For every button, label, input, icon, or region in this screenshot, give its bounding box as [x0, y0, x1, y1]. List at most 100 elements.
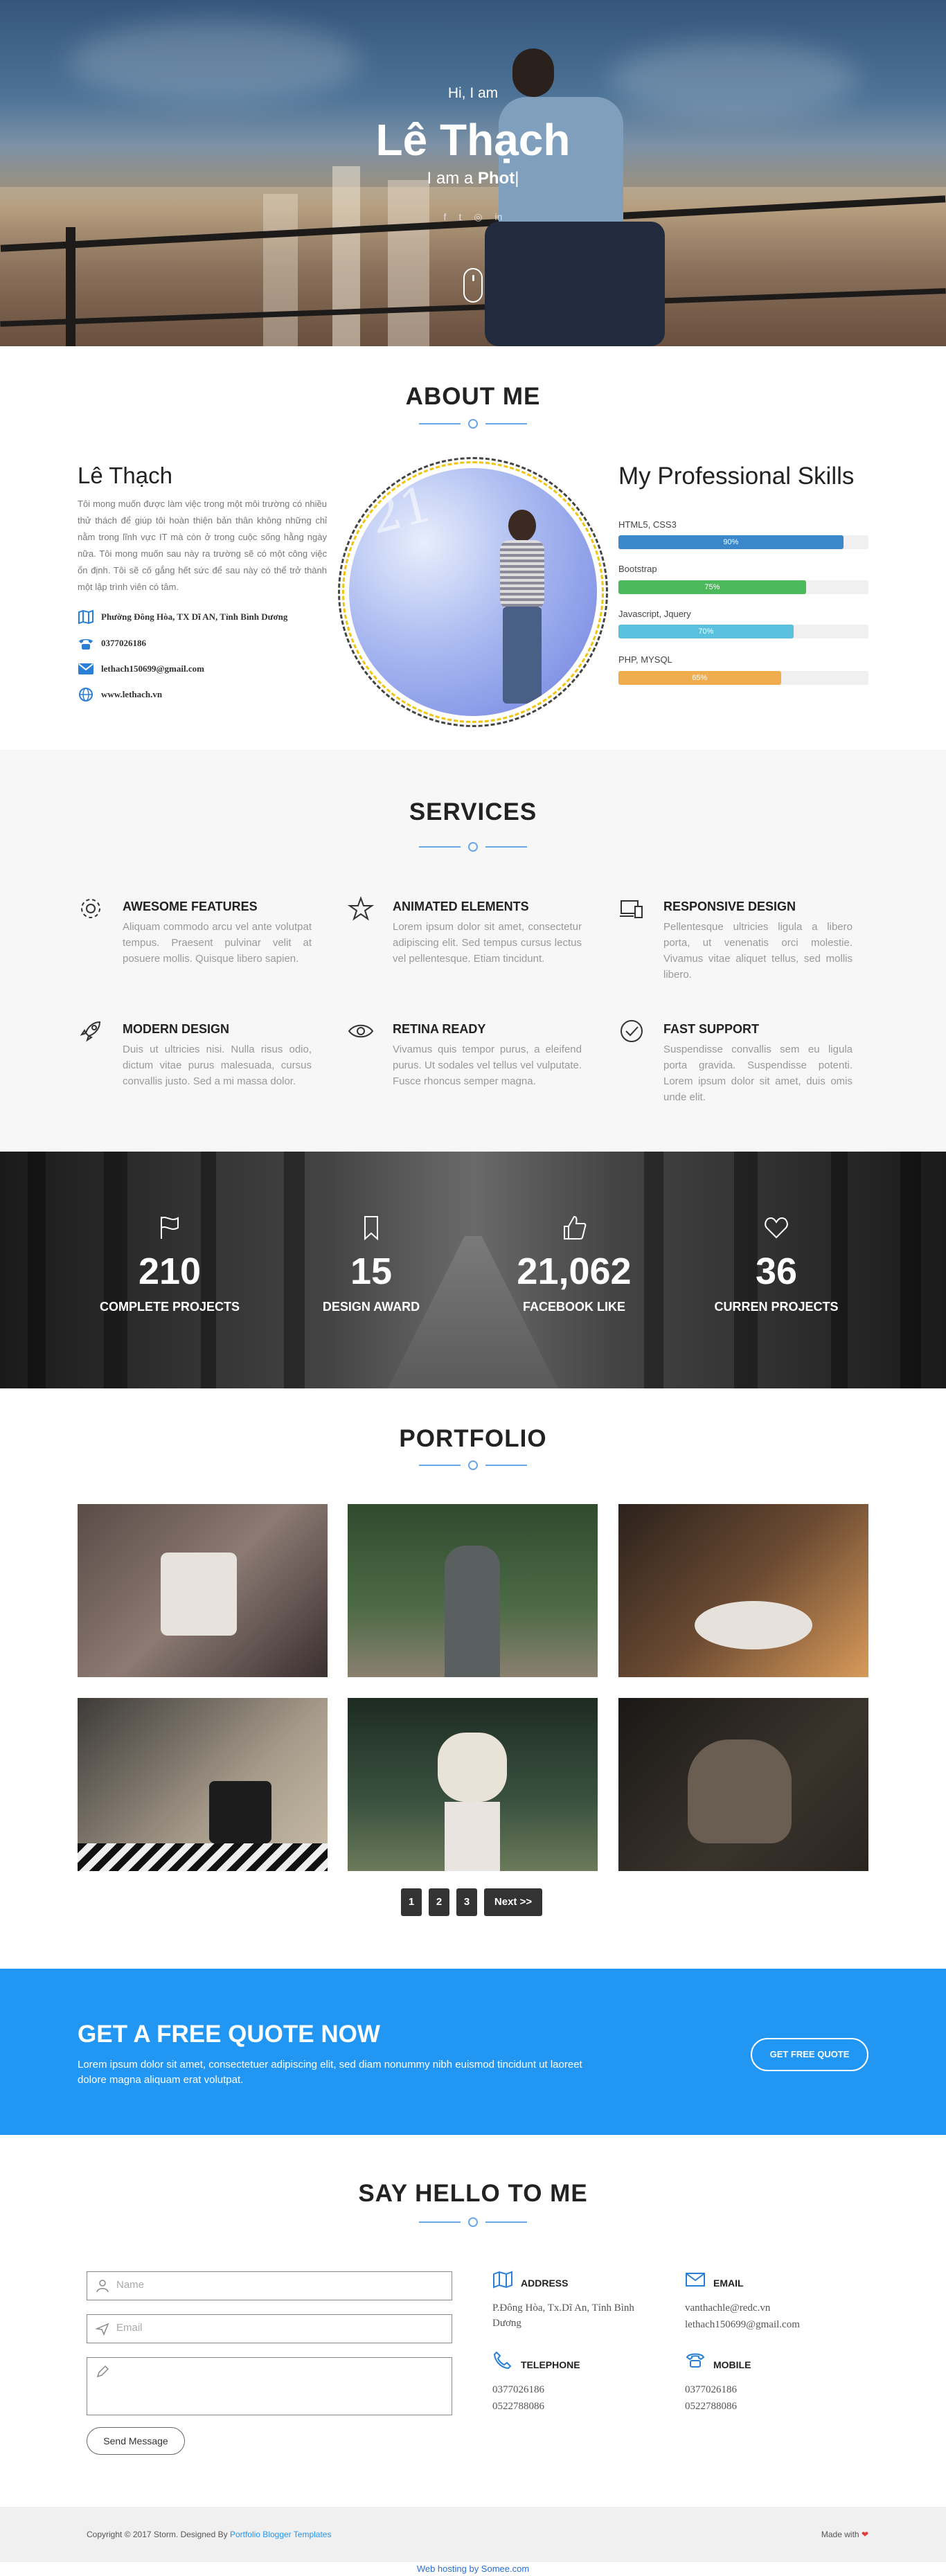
service-text: Vivamus quis tempor purus, a eleifend pu…: [393, 1044, 582, 1087]
send-message-button[interactable]: Send Message: [87, 2427, 185, 2455]
skill-label: HTML5, CSS3: [618, 519, 677, 530]
service-text: Duis ut ultricies nisi. Nulla risus odio…: [123, 1044, 312, 1087]
counter-label: CURREN PROJECTS: [714, 1300, 839, 1314]
hero-cloud: [609, 42, 859, 118]
hero-building: [388, 180, 429, 346]
portfolio-item-dinner[interactable]: [618, 1504, 868, 1677]
address-title: ADDRESS: [521, 2278, 569, 2289]
twitter-icon[interactable]: t: [458, 211, 461, 223]
counter-label: COMPLETE PROJECTS: [99, 1300, 240, 1314]
map-icon: [492, 2271, 513, 2289]
hero-role-typed: Phot: [477, 169, 515, 188]
footer-copyright-text: Copyright © 2017 Storm. Designed By: [87, 2530, 230, 2539]
counters-section: 210 COMPLETE PROJECTS 15 DESIGN AWARD 21…: [0, 1152, 946, 1388]
thumbs-up-icon: [477, 1214, 671, 1242]
counter-value: 21,062: [517, 1251, 632, 1292]
send-icon: [95, 2322, 109, 2336]
about-title-divider: [419, 419, 527, 429]
name-field[interactable]: Name: [87, 2271, 452, 2300]
service-title: FAST SUPPORT: [663, 1022, 760, 1036]
contact-title: SAY HELLO TO ME: [358, 2180, 588, 2207]
contact-website-text[interactable]: www.lethach.vn: [101, 689, 162, 700]
gear-icon: [78, 895, 104, 922]
contact-title-divider: [419, 2217, 527, 2227]
service-text: Suspendisse convallis sem eu ligula port…: [663, 1044, 853, 1103]
counter-item: 36 CURREN PROJECTS: [679, 1214, 873, 1314]
background-tree: [28, 1152, 46, 1388]
hero-greeting: Hi, I am: [447, 85, 499, 101]
contact-address-text: Phường Đông Hòa, TX Dĩ AN, Tỉnh Bình Dươ…: [101, 611, 288, 622]
email-text-1[interactable]: vanthachle@redc.vn: [685, 2300, 770, 2316]
email-field[interactable]: Email: [87, 2314, 452, 2343]
skill-bar: 75%: [618, 580, 868, 594]
contact-address: Phường Đông Hòa, TX Dĩ AN, Tỉnh Bình Dươ…: [78, 609, 287, 625]
skill-fill: 75%: [618, 580, 806, 594]
portfolio-item-skull[interactable]: [348, 1698, 598, 1871]
address-text: P.Đông Hòa, Tx.Dĩ An, Tỉnh Bình Dương: [492, 2302, 634, 2329]
skill-bar: 90%: [618, 535, 868, 549]
hosting-link[interactable]: Web hosting by Somee.com: [0, 2564, 946, 2574]
quote-title: GET A FREE QUOTE NOW: [78, 2021, 380, 2048]
eye-icon: [348, 1018, 374, 1044]
message-field[interactable]: [87, 2357, 452, 2415]
hero-role: I am a Phot|: [0, 169, 946, 188]
skill-label: Bootstrap: [618, 564, 657, 574]
hero-role-cursor: |: [515, 169, 519, 188]
skills-title: My Professional Skills: [618, 463, 855, 490]
counter-label: FACEBOOK LIKE: [522, 1300, 625, 1314]
service-text: Aliquam commodo arcu vel ante volutpat t…: [123, 921, 312, 965]
next-page-button[interactable]: Next >>: [484, 1888, 542, 1916]
facebook-icon[interactable]: f: [444, 211, 447, 223]
page-button-2[interactable]: 2: [429, 1888, 449, 1916]
portfolio-item-mug[interactable]: [78, 1504, 328, 1677]
mobile-title: MOBILE: [713, 2359, 751, 2370]
email-placeholder: Email: [116, 2322, 143, 2334]
dog-shape: [688, 1739, 792, 1843]
service-title: MODERN DESIGN: [123, 1022, 230, 1036]
get-free-quote-button[interactable]: GET FREE QUOTE: [751, 2038, 868, 2071]
map-icon: [78, 609, 94, 625]
service-title: RESPONSIVE DESIGN: [663, 900, 796, 913]
counter-item: 210 COMPLETE PROJECTS: [73, 1214, 267, 1314]
portfolio-item-bridge[interactable]: [348, 1504, 598, 1677]
background-tree: [900, 1152, 921, 1388]
services-title: SERVICES: [409, 798, 537, 825]
name-placeholder: Name: [116, 2279, 145, 2291]
portfolio-item-coffee[interactable]: [78, 1698, 328, 1871]
portfolio-title: PORTFOLIO: [399, 1425, 547, 1452]
page-button-1[interactable]: 1: [401, 1888, 422, 1916]
counter-item: 21,062 FACEBOOK LIKE: [477, 1214, 671, 1314]
mobile-text-1: 0377026186: [685, 2384, 737, 2395]
heart-icon: ❤: [861, 2530, 868, 2539]
striped-cloth: [78, 1843, 328, 1871]
mobile-text-2: 0522788086: [685, 2401, 737, 2412]
services-title-divider: [419, 842, 527, 852]
skill-fill: 90%: [618, 535, 844, 549]
counter-value: 15: [350, 1251, 393, 1292]
bookmark-icon: [274, 1214, 468, 1242]
phone-icon: [78, 636, 94, 651]
photo-person-jeans: [503, 607, 542, 704]
footer-template-link[interactable]: Portfolio Blogger Templates: [230, 2530, 332, 2539]
telephone-icon: [492, 2351, 513, 2370]
email-text-2[interactable]: lethach150699@gmail.com: [685, 2317, 800, 2332]
rocket-icon: [78, 1018, 104, 1044]
hero-section: Hi, I am Lê Thạch I am a Phot| f t ◎ in: [0, 0, 946, 346]
star-icon: [347, 895, 375, 922]
counter-label: DESIGN AWARD: [322, 1300, 420, 1314]
instagram-icon[interactable]: ◎: [474, 211, 482, 223]
footer-made-with: Made with ❤: [821, 2530, 868, 2539]
contact-phone-text: 0377026186: [101, 638, 146, 648]
hero-name: Lê Thạch: [375, 115, 571, 165]
scroll-down-mouse-icon[interactable]: [463, 268, 483, 303]
globe-icon: [78, 687, 94, 702]
footer: Copyright © 2017 Storm. Designed By Port…: [0, 2507, 946, 2562]
linkedin-icon[interactable]: in: [495, 211, 503, 223]
page-button-3[interactable]: 3: [456, 1888, 477, 1916]
profile-photo: 21: [349, 468, 597, 716]
contact-website[interactable]: www.lethach.vn: [78, 687, 162, 702]
service-title: ANIMATED ELEMENTS: [393, 900, 529, 913]
portfolio-item-dog[interactable]: [618, 1698, 868, 1871]
portfolio-title-divider: [419, 1460, 527, 1470]
contact-email: lethach150699@gmail.com: [78, 661, 204, 677]
